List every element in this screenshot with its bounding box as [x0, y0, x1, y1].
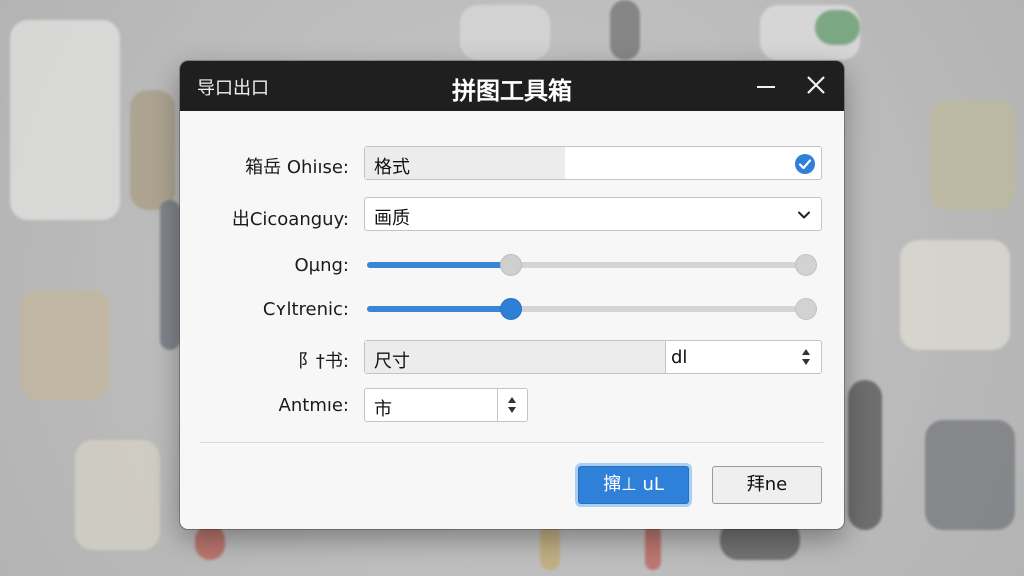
slider2-label: Cʏltrenic:	[262, 299, 349, 320]
title-bar: 导口出口 拼图工具箱	[180, 61, 844, 111]
minimize-button[interactable]	[750, 71, 782, 101]
quality-value: 画质	[374, 208, 410, 229]
secondary-button[interactable]: 拜ne	[712, 466, 822, 504]
dialog-title: 拼图工具箱	[452, 77, 572, 105]
quality-label: 出Cicoanguy:	[231, 209, 349, 230]
size-value: 尺寸	[374, 351, 410, 372]
slider-1-end	[795, 254, 817, 276]
footer-divider	[200, 442, 824, 443]
amount-spinner-divider	[497, 389, 498, 421]
close-button[interactable]	[800, 71, 832, 101]
amount-spinner[interactable]: 市	[364, 388, 528, 422]
slider-1-fill	[367, 262, 511, 268]
slider-2-end	[795, 298, 817, 320]
format-label: 箱岳 Ohiıse:	[245, 157, 349, 178]
amount-label: Antmıe:	[278, 395, 349, 416]
size-field-divider	[665, 341, 666, 373]
spinner-arrows-icon[interactable]	[501, 393, 523, 417]
format-field[interactable]: 格式	[364, 146, 822, 180]
amount-value: 市	[374, 399, 392, 420]
chevron-down-icon	[798, 211, 810, 219]
format-value: 格式	[374, 157, 410, 178]
slider-1-thumb[interactable]	[499, 254, 522, 276]
size-field-shade	[365, 341, 665, 373]
size-unit[interactable]: dl	[671, 347, 687, 368]
quality-dropdown[interactable]: 画质	[364, 197, 822, 231]
slider-2-thumb[interactable]	[499, 298, 522, 320]
tool-dialog: 导口出口 拼图工具箱 箱岳 Ohiıse: 格式 出Cicoanguy: 画质	[180, 61, 844, 529]
spinner-arrows-icon[interactable]	[795, 345, 817, 369]
check-circle-icon[interactable]	[794, 153, 816, 175]
size-label: 阝†书:	[297, 351, 349, 372]
slider-2-fill	[367, 306, 511, 312]
title-bar-left-label[interactable]: 导口出口	[197, 74, 269, 100]
slider1-label: Oµng:	[294, 255, 349, 276]
slider-2[interactable]	[367, 297, 817, 321]
slider-1[interactable]	[367, 253, 817, 277]
size-field[interactable]: 尺寸 dl	[364, 340, 822, 374]
close-icon	[807, 76, 825, 94]
minimize-icon	[757, 86, 775, 88]
primary-button[interactable]: 撺⊥ uL	[578, 466, 689, 504]
